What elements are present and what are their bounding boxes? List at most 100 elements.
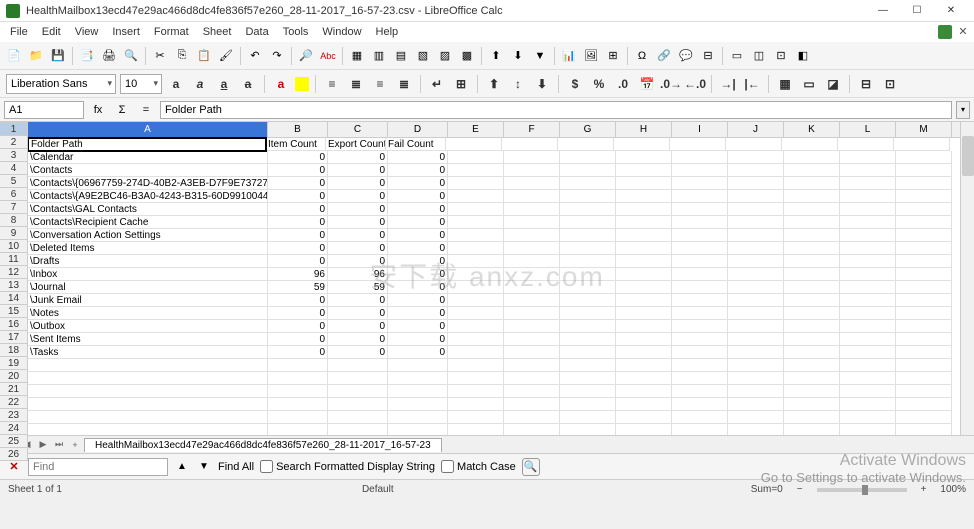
- cell-G1[interactable]: [558, 138, 614, 151]
- row-header-8[interactable]: 8: [0, 214, 27, 227]
- cell-A2[interactable]: \Calendar: [28, 151, 268, 164]
- cell-M1[interactable]: [894, 138, 950, 151]
- cell-F18[interactable]: [504, 359, 560, 372]
- border-color-button[interactable]: ◪: [823, 74, 843, 94]
- maximize-button[interactable]: ☐: [900, 2, 934, 20]
- borders-button[interactable]: ▦: [775, 74, 795, 94]
- cell-B13[interactable]: 0: [268, 294, 328, 307]
- cell-A16[interactable]: \Sent Items: [28, 333, 268, 346]
- cell-M8[interactable]: [896, 229, 952, 242]
- cell-M7[interactable]: [896, 216, 952, 229]
- cell-B18[interactable]: [268, 359, 328, 372]
- cell-L15[interactable]: [840, 320, 896, 333]
- cell-I6[interactable]: [672, 203, 728, 216]
- cell-G5[interactable]: [560, 190, 616, 203]
- cut-icon[interactable]: ✂: [150, 46, 170, 66]
- col-header-G[interactable]: G: [560, 122, 616, 137]
- cell-L5[interactable]: [840, 190, 896, 203]
- sort-desc-icon[interactable]: ⬇: [508, 46, 528, 66]
- cell-C13[interactable]: 0: [328, 294, 388, 307]
- cell-E13[interactable]: [448, 294, 504, 307]
- row-header-26[interactable]: 26: [0, 448, 27, 461]
- align-top-button[interactable]: ⬆: [484, 74, 504, 94]
- cell-A20[interactable]: [28, 385, 268, 398]
- formula-expand-button[interactable]: ▾: [956, 101, 970, 119]
- cell-H1[interactable]: [614, 138, 670, 151]
- cell-M18[interactable]: [896, 359, 952, 372]
- cell-I16[interactable]: [672, 333, 728, 346]
- cell-G19[interactable]: [560, 372, 616, 385]
- tab-add-button[interactable]: +: [68, 438, 82, 452]
- status-zoom[interactable]: 100%: [940, 484, 966, 495]
- close-doc-icon[interactable]: ✕: [956, 25, 970, 39]
- copy-icon[interactable]: ⎘: [172, 46, 192, 66]
- col-header-I[interactable]: I: [672, 122, 728, 137]
- cell-C22[interactable]: [328, 411, 388, 424]
- italic-button[interactable]: a: [190, 74, 210, 94]
- cell-J21[interactable]: [728, 398, 784, 411]
- cell-C14[interactable]: 0: [328, 307, 388, 320]
- cell-D12[interactable]: 0: [388, 281, 448, 294]
- zoom-out-button[interactable]: −: [797, 484, 803, 495]
- cell-H5[interactable]: [616, 190, 672, 203]
- cell-D18[interactable]: [388, 359, 448, 372]
- cell-G11[interactable]: [560, 268, 616, 281]
- cell-E3[interactable]: [448, 164, 504, 177]
- cell-I21[interactable]: [672, 398, 728, 411]
- cell-L4[interactable]: [840, 177, 896, 190]
- pivot-icon[interactable]: ⊞: [603, 46, 623, 66]
- cell-K17[interactable]: [784, 346, 840, 359]
- cell-I12[interactable]: [672, 281, 728, 294]
- cell-H17[interactable]: [616, 346, 672, 359]
- cell-B22[interactable]: [268, 411, 328, 424]
- cell-M23[interactable]: [896, 424, 952, 435]
- cell-L3[interactable]: [840, 164, 896, 177]
- cell-K10[interactable]: [784, 255, 840, 268]
- align-center-button[interactable]: ≣: [346, 74, 366, 94]
- cell-A6[interactable]: \Contacts\GAL Contacts: [28, 203, 268, 216]
- undo-icon[interactable]: ↶: [245, 46, 265, 66]
- cell-I19[interactable]: [672, 372, 728, 385]
- cell-J6[interactable]: [728, 203, 784, 216]
- cell-A3[interactable]: \Contacts: [28, 164, 268, 177]
- cell-A4[interactable]: \Contacts\{06967759-274D-40B2-A3EB-D7F9E…: [28, 177, 268, 190]
- cell-H7[interactable]: [616, 216, 672, 229]
- cell-J5[interactable]: [728, 190, 784, 203]
- cell-C23[interactable]: [328, 424, 388, 435]
- cell-C15[interactable]: 0: [328, 320, 388, 333]
- cell-B21[interactable]: [268, 398, 328, 411]
- cell-A15[interactable]: \Outbox: [28, 320, 268, 333]
- cell-D8[interactable]: 0: [388, 229, 448, 242]
- cell-J22[interactable]: [728, 411, 784, 424]
- cell-I5[interactable]: [672, 190, 728, 203]
- cell-M6[interactable]: [896, 203, 952, 216]
- cell-L23[interactable]: [840, 424, 896, 435]
- percent-button[interactable]: %: [589, 74, 609, 94]
- cell-J10[interactable]: [728, 255, 784, 268]
- cell-E14[interactable]: [448, 307, 504, 320]
- delete-row-icon[interactable]: ▨: [435, 46, 455, 66]
- date-button[interactable]: 📅: [637, 74, 657, 94]
- cell-A17[interactable]: \Tasks: [28, 346, 268, 359]
- cell-G17[interactable]: [560, 346, 616, 359]
- menu-window[interactable]: Window: [316, 24, 367, 40]
- cell-L9[interactable]: [840, 242, 896, 255]
- cell-F15[interactable]: [504, 320, 560, 333]
- increase-indent-button[interactable]: →|: [718, 74, 738, 94]
- cell-G9[interactable]: [560, 242, 616, 255]
- cell-F1[interactable]: [502, 138, 558, 151]
- cell-A21[interactable]: [28, 398, 268, 411]
- cell-I3[interactable]: [672, 164, 728, 177]
- cell-K8[interactable]: [784, 229, 840, 242]
- row-header-9[interactable]: 9: [0, 227, 27, 240]
- paste-icon[interactable]: 📋: [194, 46, 214, 66]
- cell-I4[interactable]: [672, 177, 728, 190]
- cell-A8[interactable]: \Conversation Action Settings: [28, 229, 268, 242]
- cell-G22[interactable]: [560, 411, 616, 424]
- row-header-13[interactable]: 13: [0, 279, 27, 292]
- align-bottom-button[interactable]: ⬇: [532, 74, 552, 94]
- cell-M21[interactable]: [896, 398, 952, 411]
- cell-A11[interactable]: \Inbox: [28, 268, 268, 281]
- cell-G6[interactable]: [560, 203, 616, 216]
- cell-M4[interactable]: [896, 177, 952, 190]
